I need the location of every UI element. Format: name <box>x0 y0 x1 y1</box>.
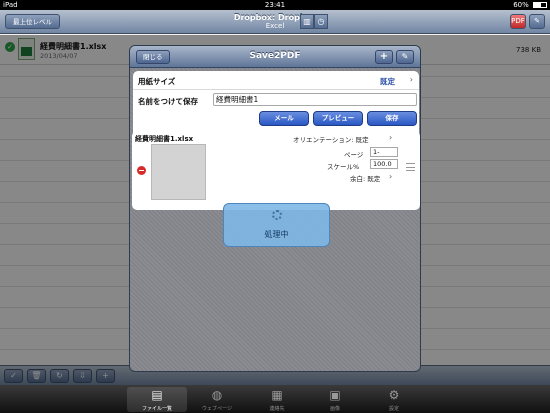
chevron-right-icon[interactable]: › <box>389 133 392 142</box>
mail-button[interactable]: メール <box>259 111 309 126</box>
view-toggle: ▥ ◷ <box>300 14 328 29</box>
reorder-handle-icon[interactable] <box>406 163 415 171</box>
orientation-setting[interactable]: オリエンテーション: 既定 <box>293 134 369 144</box>
contacts-icon: ▦ <box>271 388 283 402</box>
chevron-right-icon[interactable]: › <box>410 75 413 84</box>
preview-button[interactable]: プレビュー <box>313 111 363 126</box>
processing-indicator: 処理中 <box>223 203 330 247</box>
pdf-icon[interactable]: PDF <box>510 14 526 29</box>
file-list-icon: ▤ <box>151 388 163 402</box>
dialog-header: 閉じる Save2PDF + ✎ <box>130 46 420 68</box>
clock-sort-icon[interactable]: ◷ <box>314 14 328 29</box>
globe-icon: ◍ <box>211 388 223 402</box>
add-file-button[interactable]: + <box>375 50 393 64</box>
tab-label: ファイル一覧 <box>141 406 172 412</box>
file-name: 経費明細書1.xlsx <box>135 135 194 143</box>
margin-setting[interactable]: 余白: 既定 <box>350 173 380 183</box>
battery-percent: 60% <box>513 1 529 9</box>
page-range-input[interactable]: 1- <box>370 147 398 157</box>
gear-icon: ⚙ <box>388 388 400 402</box>
save-button[interactable]: 保存 <box>367 111 417 126</box>
photos-icon: ▣ <box>329 388 341 402</box>
tab-bar: ▤ ファイル一覧 ◍ ウェブページ ▦ 連絡先 ▣ 画像 ⚙ 設定 <box>0 385 550 413</box>
paper-size-value[interactable]: 既定 <box>380 76 395 87</box>
tab-label: 画像 <box>329 406 340 412</box>
chevron-right-icon[interactable]: › <box>389 172 392 181</box>
nav-title: Dropbox: Dropbox <box>233 13 317 22</box>
sort-icon[interactable]: ▥ <box>300 14 314 29</box>
save-as-label: 名前をつけて保存 <box>138 97 198 106</box>
tab-file-list[interactable]: ▤ ファイル一覧 <box>127 387 187 412</box>
paper-size-label: 用紙サイズ <box>138 77 176 86</box>
battery-indicator: 60% <box>513 0 547 10</box>
tab-photos[interactable]: ▣ 画像 <box>305 387 365 412</box>
tab-label: 設定 <box>388 406 399 412</box>
scale-input[interactable]: 100.0 <box>370 159 398 169</box>
spinner-icon <box>272 210 282 220</box>
page-label: ページ <box>344 151 364 159</box>
file-settings-card: 経費明細書1.xlsx オリエンテーション: 既定 › ページ 1- スケール%… <box>132 131 420 210</box>
tab-label: ウェブページ <box>202 406 232 412</box>
scale-label: スケール% <box>327 163 360 171</box>
delete-icon[interactable] <box>137 166 146 175</box>
status-bar: iPad 23:41 60% <box>0 0 550 10</box>
save2pdf-dialog: 閉じる Save2PDF + ✎ 用紙サイズ 既定 › 名前をつけて保存 メール… <box>129 45 421 372</box>
tab-label: 連絡先 <box>269 406 285 412</box>
tab-contacts[interactable]: ▦ 連絡先 <box>247 387 307 412</box>
tab-web-page[interactable]: ◍ ウェブページ <box>187 387 247 412</box>
page-thumbnail <box>151 144 206 200</box>
processing-label: 処理中 <box>264 230 289 239</box>
battery-icon <box>533 2 547 8</box>
clock: 23:41 <box>264 1 286 9</box>
nav-subtitle: Excel <box>265 22 285 30</box>
tab-settings[interactable]: ⚙ 設定 <box>364 387 424 412</box>
divider <box>133 89 419 90</box>
tools-icon[interactable]: ✎ <box>529 14 545 29</box>
save-as-field[interactable] <box>213 93 417 106</box>
tools-button[interactable]: ✎ <box>396 50 414 64</box>
nav-right-actions: PDF ✎ <box>510 14 545 29</box>
navigation-bar: 最上位レベル Dropbox: Dropbox Excel ▥ ◷ PDF ✎ <box>0 10 550 34</box>
